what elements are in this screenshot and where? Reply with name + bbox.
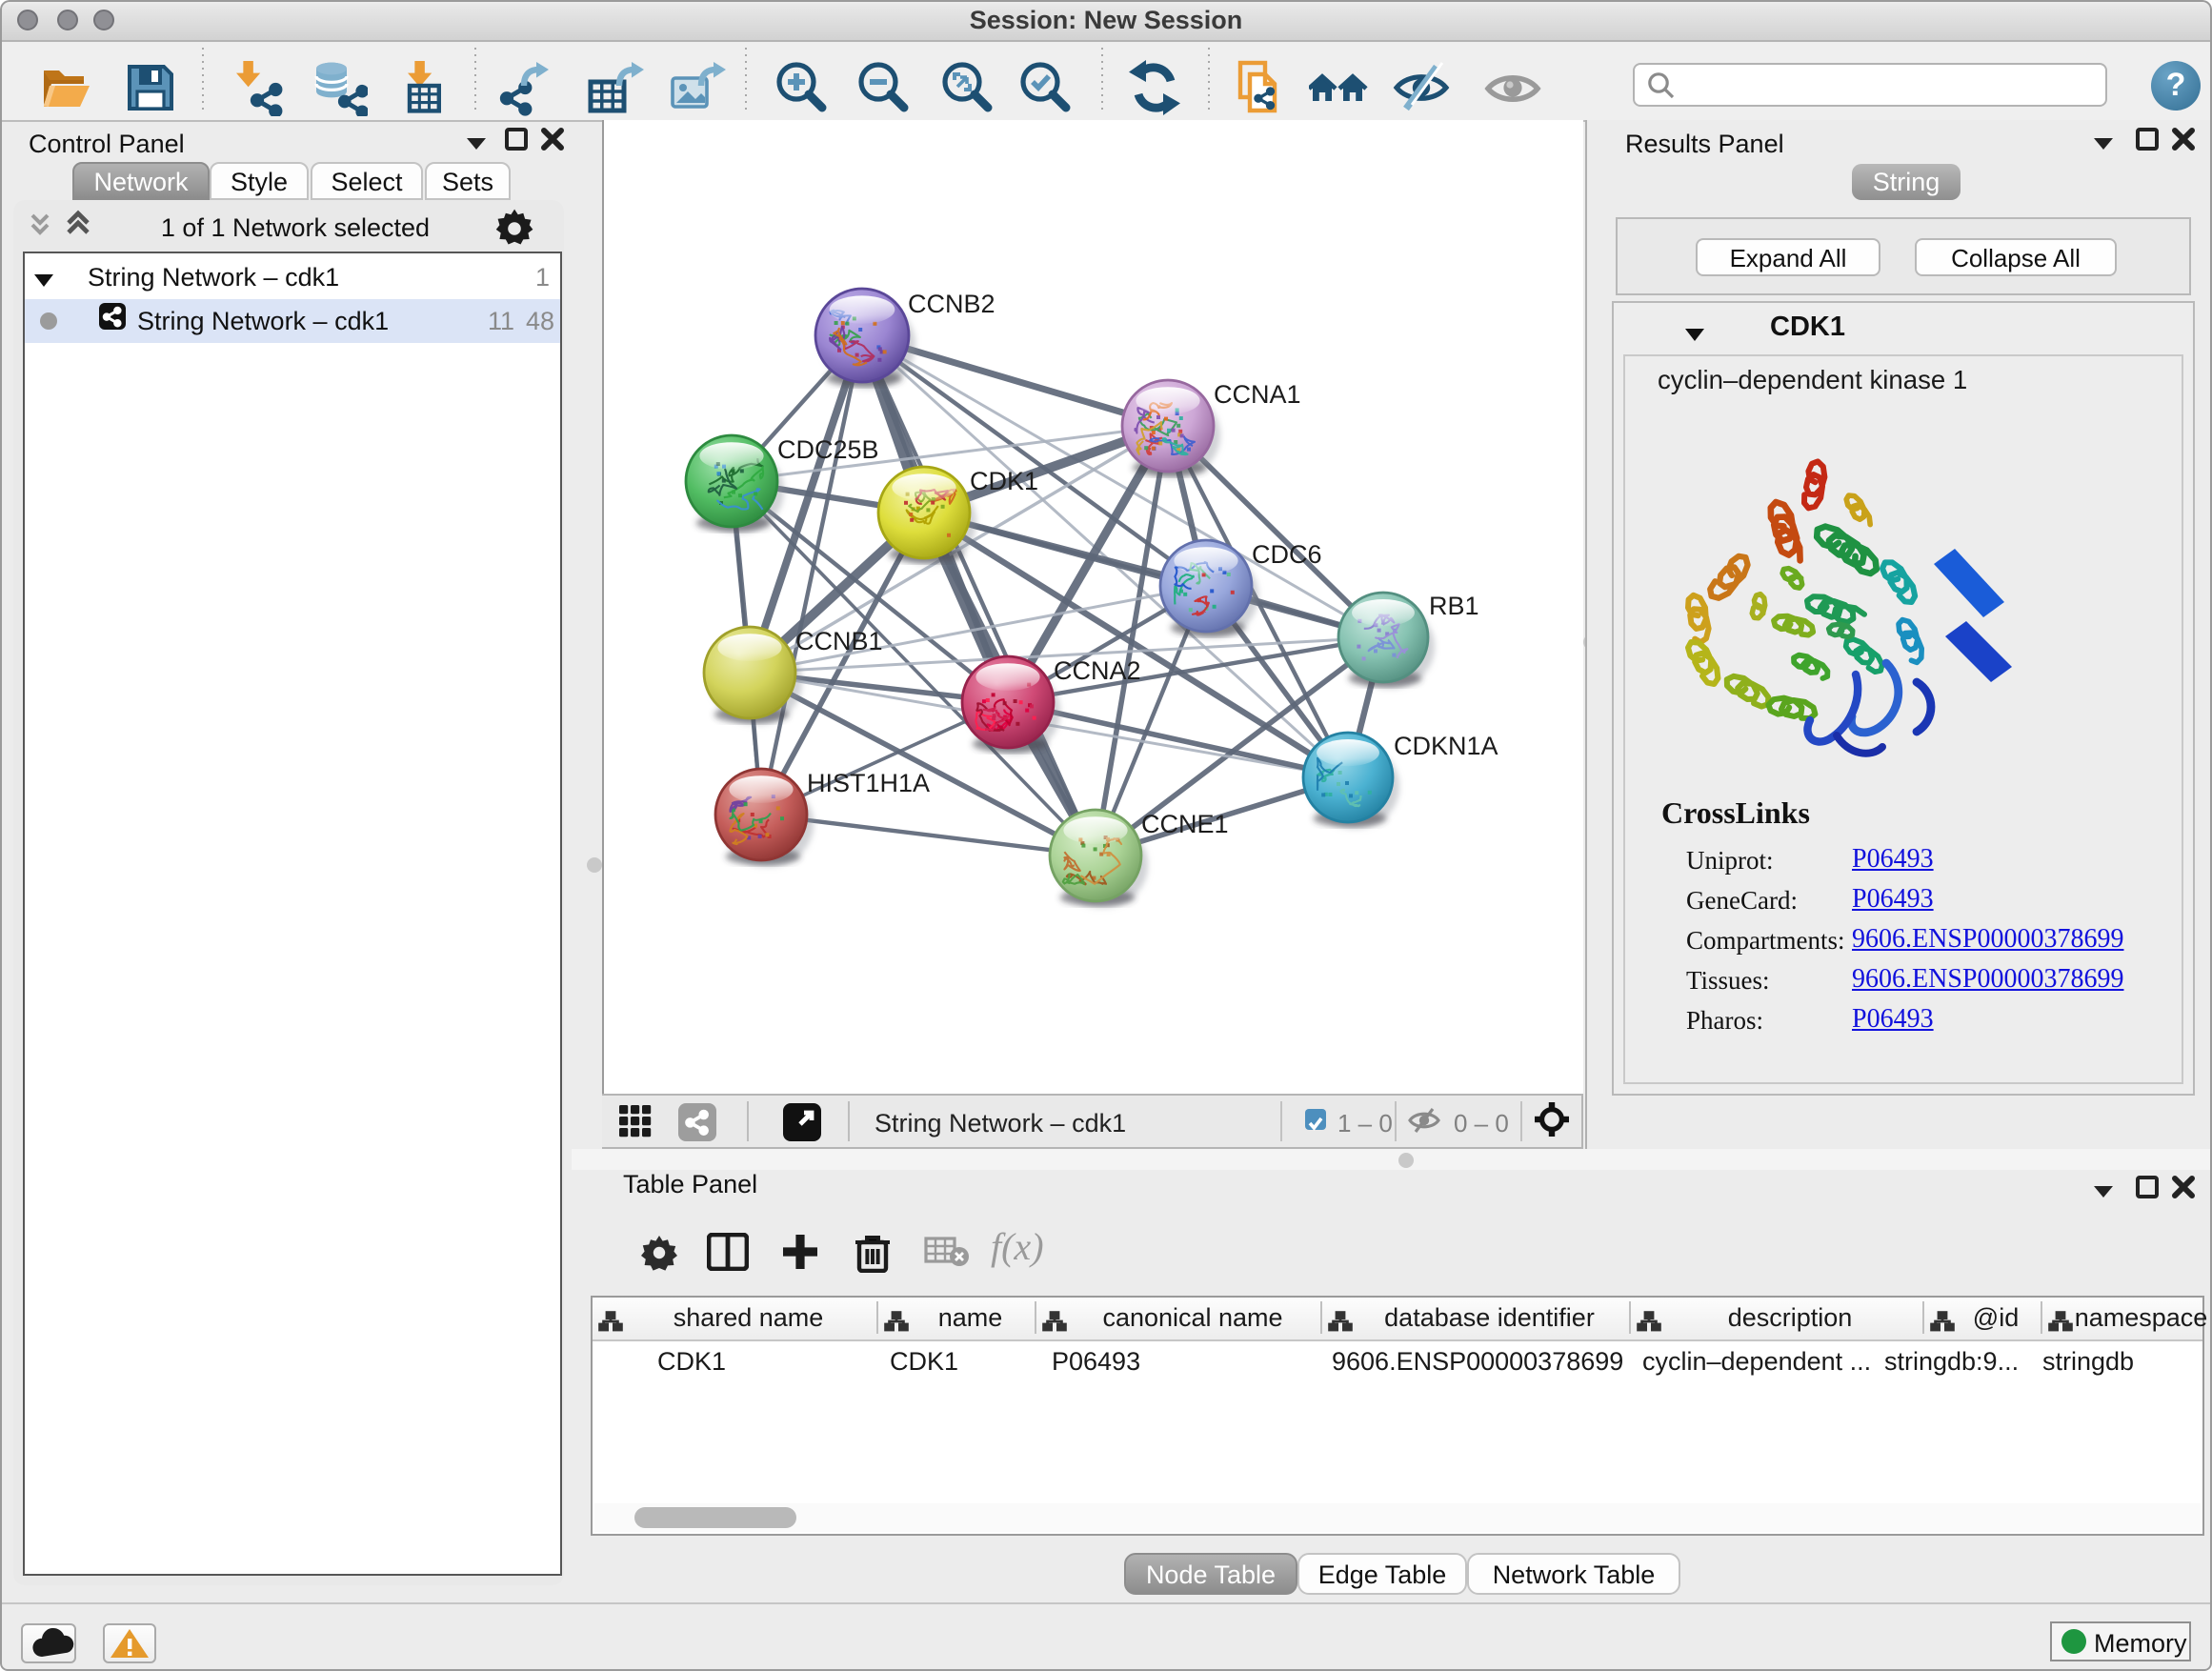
svg-text:CDK1: CDK1: [969, 466, 1037, 494]
svg-text:CDC6: CDC6: [1251, 539, 1321, 568]
svg-text:CDC25B: CDC25B: [776, 434, 878, 463]
svg-text:CCNA1: CCNA1: [1213, 379, 1300, 408]
svg-text:CCNB2: CCNB2: [907, 289, 995, 317]
svg-text:CDKN1A: CDKN1A: [1393, 731, 1498, 759]
svg-text:CCNB1: CCNB1: [794, 626, 882, 654]
svg-text:HIST1H1A: HIST1H1A: [806, 768, 929, 796]
svg-text:RB1: RB1: [1428, 591, 1478, 619]
svg-text:CCNA2: CCNA2: [1053, 655, 1140, 684]
svg-text:CCNE1: CCNE1: [1140, 809, 1228, 837]
